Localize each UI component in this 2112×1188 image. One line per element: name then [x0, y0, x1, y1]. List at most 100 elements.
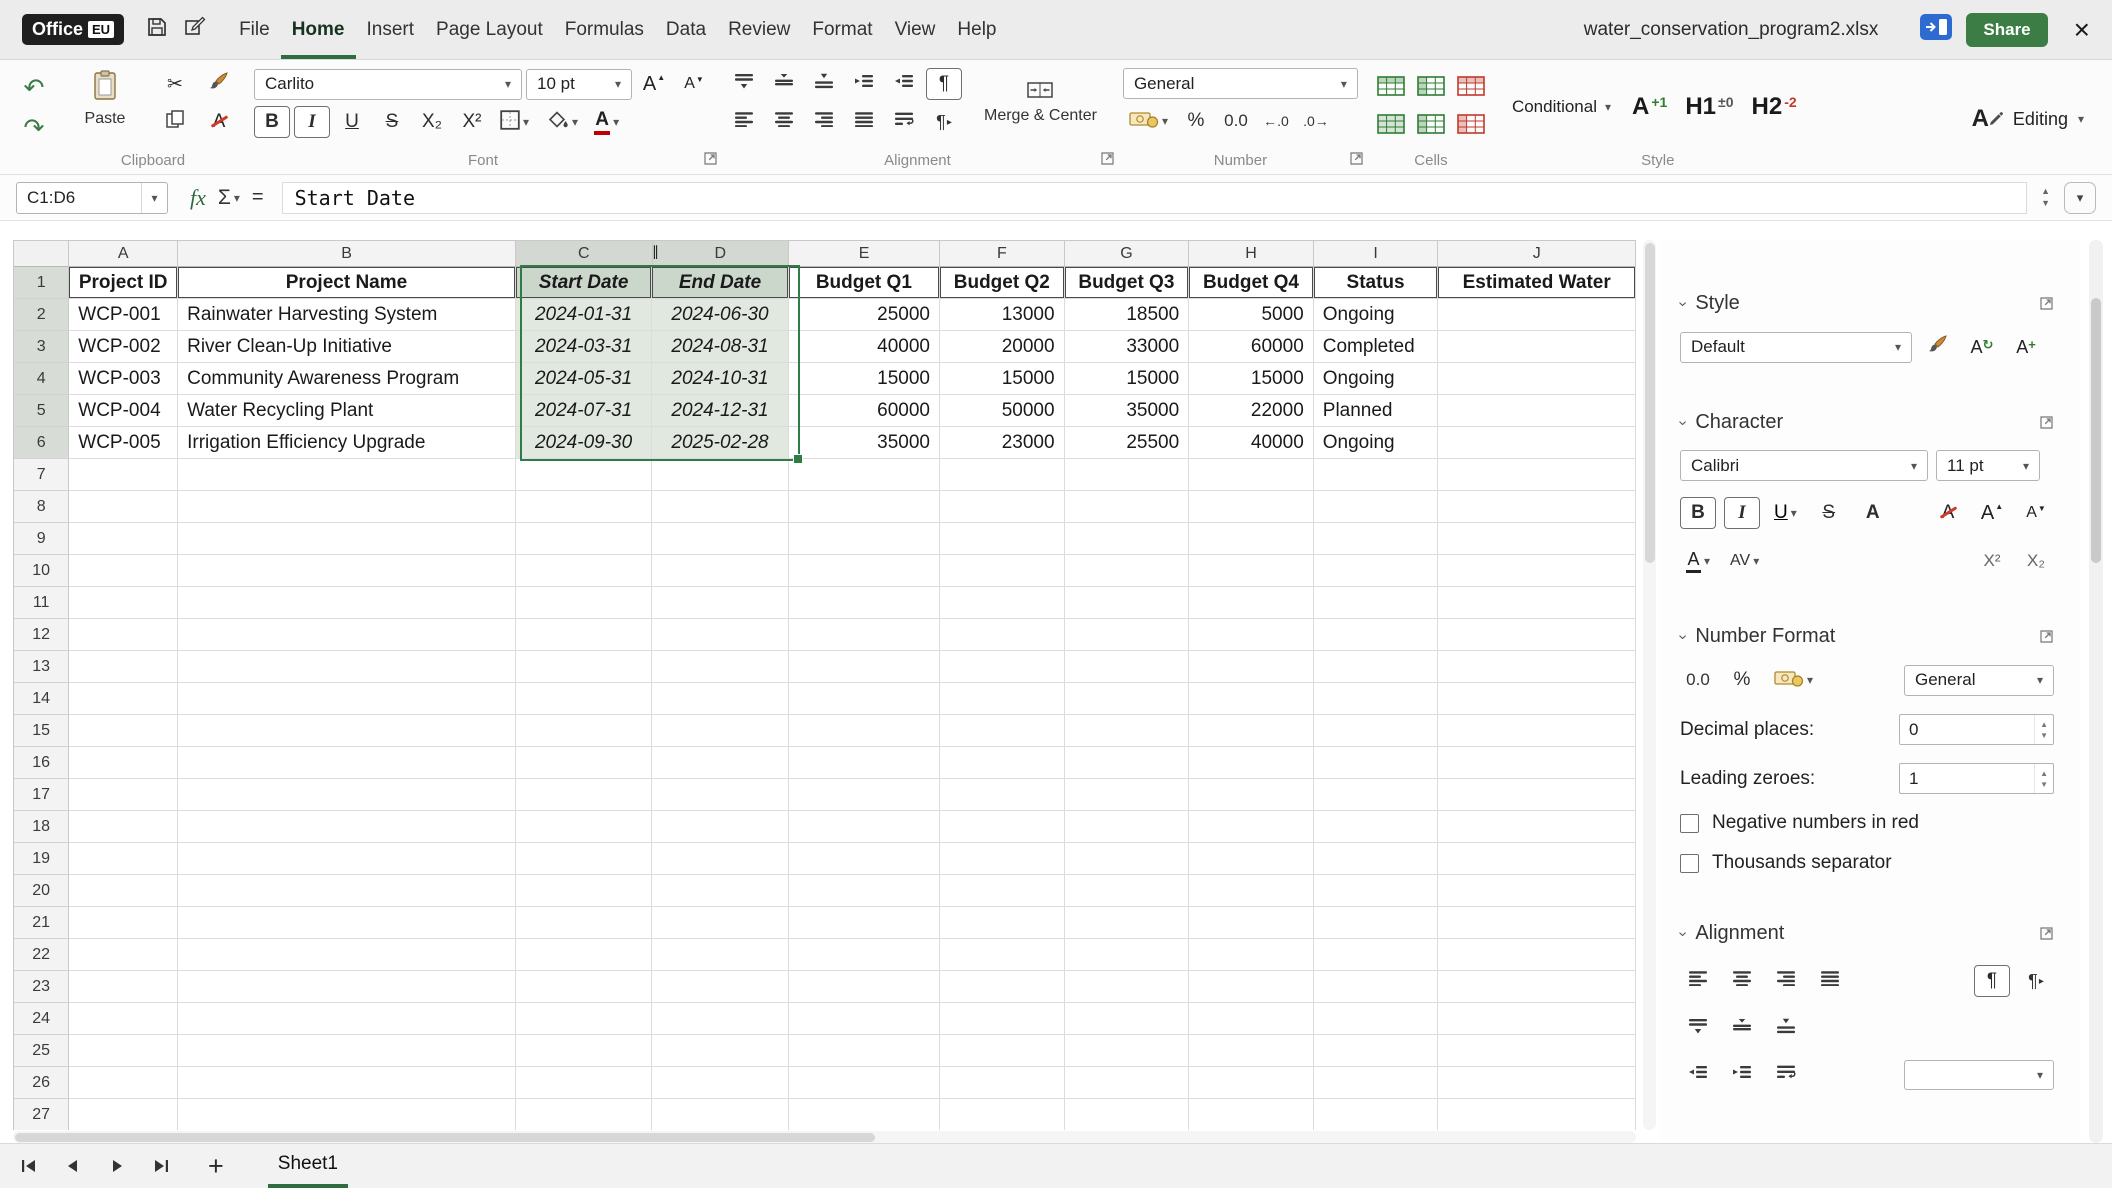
align-right-button[interactable]: [806, 106, 842, 138]
column-header-D[interactable]: D: [653, 241, 789, 267]
cell-G7[interactable]: [1065, 459, 1190, 491]
number-format-section-header[interactable]: › Number Format: [1680, 625, 2054, 648]
cell-D6[interactable]: 2025-02-28: [652, 427, 788, 459]
cell-D18[interactable]: [652, 811, 788, 843]
cell-I3[interactable]: Completed: [1314, 331, 1439, 363]
cell-A26[interactable]: [69, 1067, 178, 1099]
row-header-17[interactable]: 17: [14, 779, 69, 811]
cell-E1[interactable]: Budget Q1: [789, 267, 940, 299]
delete-rows-button[interactable]: [1457, 76, 1485, 101]
row-header-6[interactable]: 6: [14, 427, 69, 459]
cell-G4[interactable]: 15000: [1065, 363, 1190, 395]
cell-F26[interactable]: [940, 1067, 1065, 1099]
cell-F4[interactable]: 15000: [940, 363, 1065, 395]
cell-C8[interactable]: [516, 491, 652, 523]
menu-view[interactable]: View: [884, 0, 947, 59]
row-header-9[interactable]: 9: [14, 523, 69, 555]
cell-G10[interactable]: [1065, 555, 1190, 587]
last-sheet-button[interactable]: [152, 1158, 170, 1174]
cell-C16[interactable]: [516, 747, 652, 779]
cell-E5[interactable]: 60000: [789, 395, 940, 427]
cell-I27[interactable]: [1314, 1099, 1439, 1130]
underline-color-button[interactable]: A▾: [1680, 545, 1716, 577]
cell-C11[interactable]: [516, 587, 652, 619]
subscript-button[interactable]: X₂: [414, 106, 450, 138]
row-header-1[interactable]: 1: [14, 267, 69, 299]
cell-C23[interactable]: [516, 971, 652, 1003]
cell-H25[interactable]: [1189, 1035, 1314, 1067]
row-header-4[interactable]: 4: [14, 363, 69, 395]
cell-I24[interactable]: [1314, 1003, 1439, 1035]
cell-F16[interactable]: [940, 747, 1065, 779]
cell-B13[interactable]: [178, 651, 516, 683]
cell-E6[interactable]: 35000: [789, 427, 940, 459]
cell-E15[interactable]: [789, 715, 940, 747]
delete-columns-button[interactable]: [1457, 114, 1485, 139]
formula-input[interactable]: Start Date: [282, 182, 2027, 214]
name-box[interactable]: C1:D6 ▾: [16, 182, 168, 214]
cell-A27[interactable]: [69, 1099, 178, 1130]
toggle-panel-button[interactable]: [1920, 14, 1952, 45]
cell-A18[interactable]: [69, 811, 178, 843]
add-sheet-button[interactable]: +: [208, 1153, 224, 1180]
row-header-24[interactable]: 24: [14, 1003, 69, 1035]
cell-G18[interactable]: [1065, 811, 1190, 843]
cell-F15[interactable]: [940, 715, 1065, 747]
function-wizard-button[interactable]: fx: [190, 185, 206, 211]
background-color-button[interactable]: ▾: [539, 106, 584, 138]
cell-F19[interactable]: [940, 843, 1065, 875]
row-header-20[interactable]: 20: [14, 875, 69, 907]
cell-I20[interactable]: [1314, 875, 1439, 907]
redo-button[interactable]: ↷: [16, 112, 52, 144]
cell-B11[interactable]: [178, 587, 516, 619]
share-button[interactable]: Share: [1966, 13, 2047, 47]
cell-B16[interactable]: [178, 747, 516, 779]
row-header-10[interactable]: 10: [14, 555, 69, 587]
sidebar-wrap-text-button[interactable]: [1768, 1059, 1804, 1091]
menu-file[interactable]: File: [228, 0, 281, 59]
cell-G15[interactable]: [1065, 715, 1190, 747]
cell-G26[interactable]: [1065, 1067, 1190, 1099]
cell-F3[interactable]: 20000: [940, 331, 1065, 363]
cell-J20[interactable]: [1438, 875, 1636, 907]
cell-C18[interactable]: [516, 811, 652, 843]
first-sheet-button[interactable]: [20, 1158, 38, 1174]
cell-C21[interactable]: [516, 907, 652, 939]
new-style-button[interactable]: A+: [2008, 331, 2044, 363]
cell-D2[interactable]: 2024-06-30: [652, 299, 788, 331]
sidebar-valign-top-button[interactable]: [1680, 1013, 1716, 1045]
cell-I12[interactable]: [1314, 619, 1439, 651]
cell-J13[interactable]: [1438, 651, 1636, 683]
merge-center-button[interactable]: Merge & Center: [972, 82, 1109, 125]
cell-J17[interactable]: [1438, 779, 1636, 811]
cell-H9[interactable]: [1189, 523, 1314, 555]
cell-H2[interactable]: 5000: [1189, 299, 1314, 331]
cell-C9[interactable]: [516, 523, 652, 555]
valign-middle-button[interactable]: [766, 68, 802, 100]
cell-G23[interactable]: [1065, 971, 1190, 1003]
copy-button[interactable]: [154, 106, 196, 138]
grid-vscroll-thumb[interactable]: [1645, 243, 1655, 563]
cell-I10[interactable]: [1314, 555, 1439, 587]
cell-E23[interactable]: [789, 971, 940, 1003]
menu-data[interactable]: Data: [655, 0, 717, 59]
cut-button[interactable]: ✂: [154, 68, 196, 100]
cell-J5[interactable]: [1438, 395, 1636, 427]
cell-G3[interactable]: 33000: [1065, 331, 1190, 363]
cell-H11[interactable]: [1189, 587, 1314, 619]
cell-D21[interactable]: [652, 907, 788, 939]
cell-D1[interactable]: End Date: [652, 267, 788, 299]
cell-I23[interactable]: [1314, 971, 1439, 1003]
align-justify-button[interactable]: [846, 106, 882, 138]
cell-G13[interactable]: [1065, 651, 1190, 683]
cell-A16[interactable]: [69, 747, 178, 779]
cell-G12[interactable]: [1065, 619, 1190, 651]
cell-J10[interactable]: [1438, 555, 1636, 587]
row-header-21[interactable]: 21: [14, 907, 69, 939]
sidebar-valign-middle-button[interactable]: [1724, 1013, 1760, 1045]
cell-C25[interactable]: [516, 1035, 652, 1067]
alignment-dialog-launcher-sidebar[interactable]: [2039, 926, 2054, 941]
cell-C2[interactable]: 2024-01-31: [516, 299, 652, 331]
cell-J9[interactable]: [1438, 523, 1636, 555]
currency-format-button[interactable]: ▾: [1123, 105, 1174, 137]
